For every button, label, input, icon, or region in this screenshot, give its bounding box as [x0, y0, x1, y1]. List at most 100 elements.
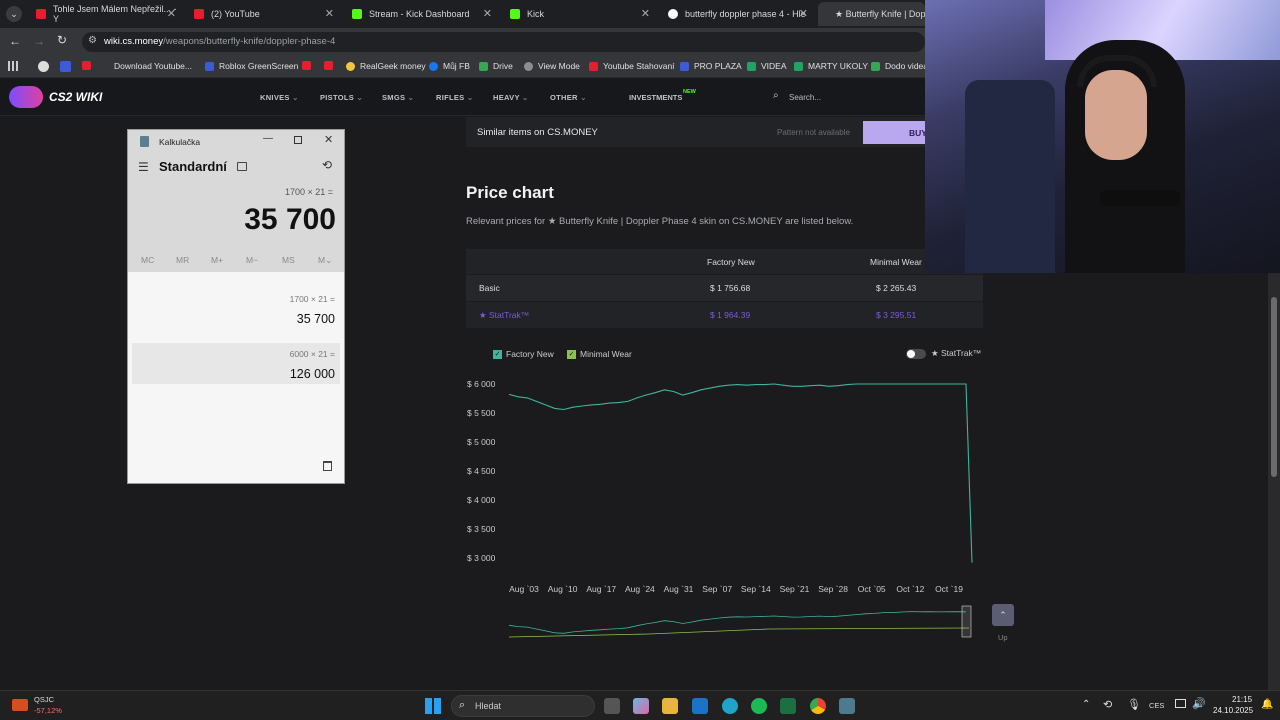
minimize-icon[interactable]: —: [263, 133, 273, 144]
file-explorer-icon[interactable]: [662, 698, 678, 714]
nav-investments[interactable]: INVESTMENTS: [629, 93, 682, 102]
nav-rifles[interactable]: RIFLES: [436, 93, 473, 102]
tab-list-chevron-icon[interactable]: ⌄: [6, 6, 22, 22]
nav-pistols[interactable]: PISTOLS: [320, 93, 363, 102]
kick-icon: [510, 9, 520, 19]
checkbox-icon: ✓: [567, 349, 576, 359]
browser-tab[interactable]: Stream - Kick Dashboard ✕: [342, 2, 500, 26]
bookmark-item[interactable]: PRO PLAZA: [680, 61, 742, 71]
mr-button[interactable]: MR: [176, 255, 189, 265]
hamburger-menu-icon[interactable]: ☰: [138, 160, 149, 174]
chrome-icon[interactable]: [38, 61, 49, 72]
m-minus-button[interactable]: M−: [246, 255, 258, 265]
legend-minimal-wear[interactable]: ✓ Minimal Wear: [567, 349, 632, 359]
notification-bell-icon[interactable]: 🔔: [1261, 699, 1273, 710]
bookmark-item[interactable]: Dodo videa: [871, 61, 928, 71]
history-item[interactable]: 1700 × 21 = 35 700: [132, 288, 340, 330]
bookmark-item[interactable]: Download Youtube...: [106, 61, 192, 71]
bookmark-item[interactable]: Drive: [479, 61, 513, 71]
page-scrollbar[interactable]: [1268, 273, 1280, 690]
excel-icon[interactable]: [780, 698, 796, 714]
cs2-wiki-logo[interactable]: CS2 WIKI: [9, 86, 102, 108]
calculator-display-area: Kalkulačka — ✕ ☰ Standardní ⟲ 1700 × 21 …: [128, 130, 344, 272]
search-icon[interactable]: ⌕: [773, 90, 779, 101]
m-dropdown-button[interactable]: M⌄: [318, 255, 332, 266]
outlook-icon[interactable]: [692, 698, 708, 714]
tray-sync-icon[interactable]: ⟲: [1103, 698, 1112, 711]
bookmark-item[interactable]: Roblox GreenScreen: [205, 61, 298, 71]
reload-icon[interactable]: ↻: [57, 33, 67, 47]
task-view-icon[interactable]: [604, 698, 620, 714]
chrome-icon[interactable]: [810, 698, 826, 714]
calculator-result: 35 700: [244, 203, 336, 236]
keyboard-language[interactable]: CES: [1149, 701, 1164, 710]
maximize-icon[interactable]: [294, 136, 302, 144]
mc-button[interactable]: MC: [141, 255, 154, 265]
ms-button[interactable]: MS: [282, 255, 295, 265]
scrollbar-thumb[interactable]: [1271, 297, 1277, 477]
nav-heavy[interactable]: HEAVY: [493, 93, 529, 102]
network-icon[interactable]: [1175, 699, 1186, 708]
url-field[interactable]: ⚙ wiki.cs.money/weapons/butterfly-knife/…: [82, 32, 925, 52]
bookmark-item[interactable]: Youtube Stahovaní: [589, 61, 675, 71]
browser-tab[interactable]: Kick ✕: [500, 2, 658, 26]
bookmark-item[interactable]: View Mode: [524, 61, 580, 71]
stock-widget-icon[interactable]: [12, 699, 28, 711]
close-tab-icon[interactable]: ✕: [641, 7, 650, 20]
keep-on-top-icon[interactable]: [237, 162, 247, 171]
roblox-icon[interactable]: [60, 61, 71, 72]
scroll-up-button[interactable]: ⌃: [992, 604, 1014, 626]
microphone-icon[interactable]: 🎙: [1127, 698, 1141, 711]
webcam-microphone: [1100, 190, 1180, 206]
table-row: Basic $ 1 756.68 $ 2 265.43: [466, 275, 983, 301]
tray-chevron-icon[interactable]: ⌃: [1082, 699, 1090, 710]
forward-icon[interactable]: →: [33, 34, 45, 48]
m-plus-button[interactable]: M+: [211, 255, 223, 265]
trash-icon[interactable]: [323, 461, 332, 471]
nav-knives[interactable]: KNIVES: [260, 93, 299, 102]
bookmark-item[interactable]: [302, 61, 316, 70]
bookmark-item[interactable]: [324, 61, 338, 70]
y-tick-label: $ 3 500: [467, 524, 496, 534]
clock-time[interactable]: 21:15: [1232, 695, 1252, 704]
bookmark-item[interactable]: MARTY UKOLY: [794, 61, 868, 71]
taskbar-search-placeholder: Hledat: [475, 701, 502, 711]
history-icon[interactable]: ⟲: [322, 158, 332, 172]
browser-tab[interactable]: (2) YouTube ✕: [184, 2, 342, 26]
close-tab-icon[interactable]: ✕: [483, 7, 492, 20]
bookmark-item[interactable]: RealGeek money: [346, 61, 426, 71]
back-icon[interactable]: ←: [9, 34, 21, 48]
nav-other[interactable]: OTHER: [550, 93, 587, 102]
apps-grid-icon[interactable]: [8, 61, 18, 71]
x-tick-label: Oct `05: [858, 584, 886, 594]
taskbar-search-box[interactable]: ⌕ Hledat: [451, 695, 595, 717]
bookmark-item[interactable]: Můj FB: [429, 61, 470, 71]
spotify-icon[interactable]: [751, 698, 767, 714]
windows-start-icon[interactable]: [425, 698, 441, 714]
history-item[interactable]: 6000 × 21 = 126 000: [132, 343, 340, 384]
bookmark-item[interactable]: VIDEA: [747, 61, 787, 71]
close-tab-icon[interactable]: ✕: [799, 7, 808, 20]
clock-date[interactable]: 24.10.2025: [1213, 706, 1253, 715]
stattrak-toggle[interactable]: ★ StatTrak™: [906, 348, 981, 359]
copilot-icon[interactable]: [633, 698, 649, 714]
calculator-icon[interactable]: [839, 698, 855, 714]
browser-tab-active[interactable]: ★ Butterfly Knife | Dopp: [818, 2, 925, 26]
browser-tab[interactable]: butterfly doppler phase 4 - Hle ✕: [658, 2, 816, 26]
site-info-icon[interactable]: ⚙: [88, 35, 97, 46]
search-input[interactable]: Search...: [789, 93, 821, 102]
close-icon[interactable]: ✕: [324, 133, 333, 146]
x-tick-label: Aug `10: [548, 584, 578, 594]
browser-tab[interactable]: Tohle Jsem Málem Nepřežil... - Y ✕: [26, 2, 184, 26]
buy-button[interactable]: BUY: [863, 121, 927, 144]
legend-factory-new[interactable]: ✓ Factory New: [493, 349, 554, 359]
nav-smgs[interactable]: SMGS: [382, 93, 414, 102]
toggle-switch[interactable]: [906, 348, 926, 359]
close-tab-icon[interactable]: ✕: [167, 7, 176, 20]
close-tab-icon[interactable]: ✕: [325, 7, 334, 20]
bookmark-item[interactable]: [82, 61, 96, 70]
edge-icon[interactable]: [722, 698, 738, 714]
navigator-selection-handle: [961, 605, 972, 638]
kick-icon: [352, 9, 362, 19]
volume-icon[interactable]: 🔊: [1192, 697, 1206, 710]
